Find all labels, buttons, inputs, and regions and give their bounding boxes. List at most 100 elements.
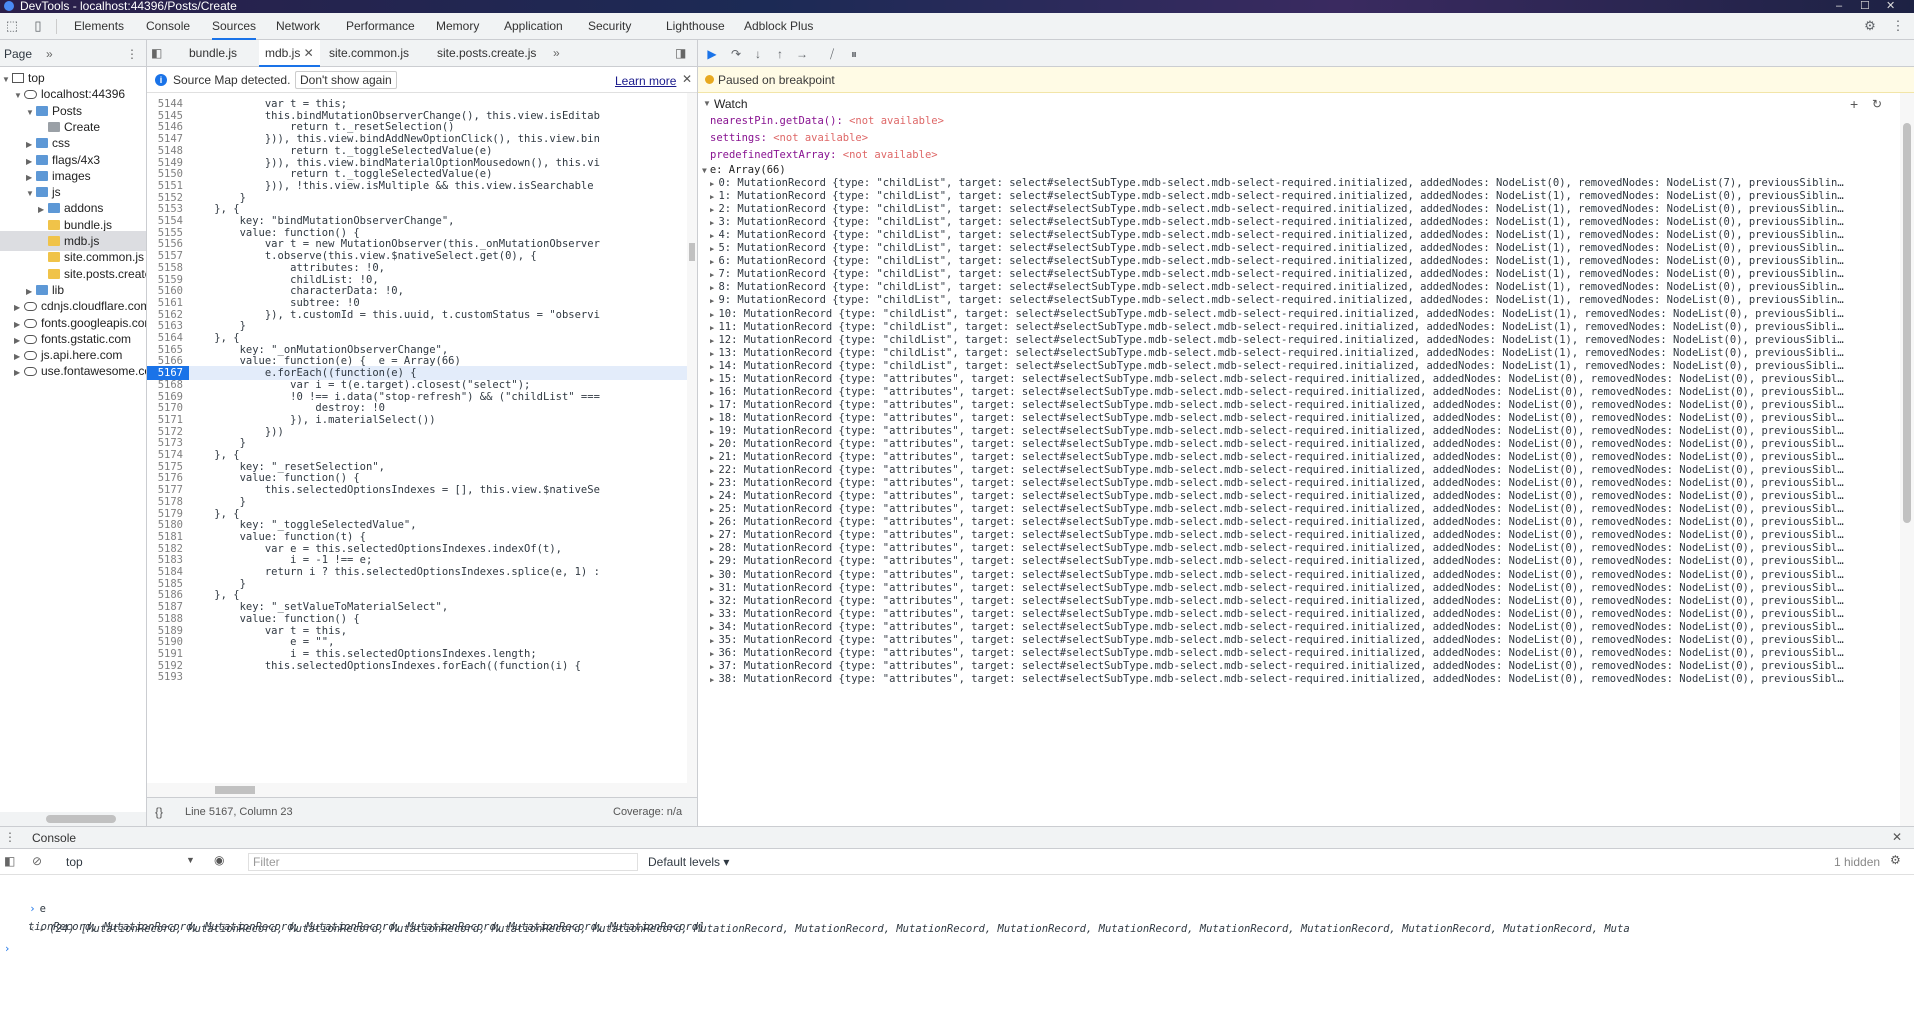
mutation-record-row[interactable]: ▶ 24: MutationRecord {type: "attributes"…	[710, 490, 1898, 503]
code-line[interactable]: 5193	[147, 670, 687, 684]
mutation-record-row[interactable]: ▶ 4: MutationRecord {type: "childList", …	[710, 229, 1898, 242]
tab-network[interactable]: Network	[276, 13, 320, 40]
mutation-record-row[interactable]: ▶ 32: MutationRecord {type: "attributes"…	[710, 595, 1898, 608]
file-tab-mdb-js[interactable]: mdb.js ✕	[259, 40, 320, 67]
mutation-record-row[interactable]: ▶ 7: MutationRecord {type: "childList", …	[710, 268, 1898, 281]
mutation-record-row[interactable]: ▶ 5: MutationRecord {type: "childList", …	[710, 242, 1898, 255]
tab-memory[interactable]: Memory	[436, 13, 479, 40]
mutation-record-row[interactable]: ▶ 14: MutationRecord {type: "childList",…	[710, 360, 1898, 373]
console-prompt[interactable]: ›	[0, 941, 1900, 957]
mutation-record-row[interactable]: ▶ 25: MutationRecord {type: "attributes"…	[710, 503, 1898, 516]
mutation-record-row[interactable]: ▶ 6: MutationRecord {type: "childList", …	[710, 255, 1898, 268]
step-out-icon[interactable]: ↑	[772, 46, 788, 62]
maximize-icon[interactable]: ☐	[1860, 0, 1870, 12]
more-files-icon[interactable]: »	[553, 40, 560, 67]
file-tab-bundle-js[interactable]: bundle.js	[183, 40, 243, 67]
close-tab-icon[interactable]: ✕	[300, 46, 314, 60]
learn-more-link[interactable]: Learn more	[615, 74, 676, 88]
drawer-menu-icon[interactable]: ⋮	[4, 830, 16, 844]
tab-page[interactable]: Page	[4, 47, 32, 61]
mutation-record-row[interactable]: ▶ 18: MutationRecord {type: "attributes"…	[710, 412, 1898, 425]
watch-scrollbar[interactable]	[1900, 93, 1914, 826]
deactivate-breakpoints-icon[interactable]: ⧸	[824, 46, 840, 62]
mutation-record-row[interactable]: ▶ 36: MutationRecord {type: "attributes"…	[710, 647, 1898, 660]
mutation-record-row[interactable]: ▶ 27: MutationRecord {type: "attributes"…	[710, 529, 1898, 542]
tab-application[interactable]: Application	[504, 13, 563, 40]
log-levels-select[interactable]: Default levels ▾	[648, 855, 729, 869]
step-icon[interactable]: →	[794, 46, 810, 62]
dropdown-arrow-icon[interactable]: ▼	[186, 855, 195, 865]
resume-icon[interactable]: ▶	[704, 46, 720, 62]
mutation-record-row[interactable]: ▶ 29: MutationRecord {type: "attributes"…	[710, 555, 1898, 568]
filter-input[interactable]: Filter	[248, 853, 638, 871]
line-number[interactable]: 5193	[147, 670, 189, 684]
watch-expression[interactable]: settings: <not available>	[710, 132, 1898, 145]
mutation-record-row[interactable]: ▶ 20: MutationRecord {type: "attributes"…	[710, 438, 1898, 451]
navigator-scrollbar[interactable]	[0, 812, 146, 826]
context-select[interactable]: top	[66, 855, 83, 869]
console-settings-icon[interactable]: ⚙	[1890, 853, 1901, 867]
settings-gear-icon[interactable]: ⚙	[1862, 18, 1878, 34]
mutation-record-row[interactable]: ▶ 28: MutationRecord {type: "attributes"…	[710, 542, 1898, 555]
toggle-navigator-icon[interactable]: ◧	[151, 40, 162, 67]
mutation-record-row[interactable]: ▶ 31: MutationRecord {type: "attributes"…	[710, 582, 1898, 595]
array-node[interactable]: ▼ e: Array(66)	[702, 164, 1898, 177]
mutation-record-row[interactable]: ▶ 16: MutationRecord {type: "attributes"…	[710, 386, 1898, 399]
code-view[interactable]: 5144 var t = this; 5145 this.bindMutation…	[147, 93, 697, 783]
more-options-icon[interactable]: ⋮	[1890, 18, 1906, 34]
dont-show-again-button[interactable]: Don't show again	[295, 71, 397, 89]
tab-sources[interactable]: Sources	[212, 13, 257, 40]
eye-icon[interactable]: ◉	[214, 853, 224, 867]
tab-elements[interactable]: Elements	[74, 13, 124, 40]
mutation-record-row[interactable]: ▶ 17: MutationRecord {type: "attributes"…	[710, 399, 1898, 412]
tab-console[interactable]: Console	[32, 831, 76, 845]
watch-section-header[interactable]: ▼ Watch + ↻	[698, 93, 1914, 115]
mutation-record-row[interactable]: ▶ 15: MutationRecord {type: "attributes"…	[710, 373, 1898, 386]
mutation-record-row[interactable]: ▶ 13: MutationRecord {type: "childList",…	[710, 347, 1898, 360]
mutation-record-row[interactable]: ▶ 33: MutationRecord {type: "attributes"…	[710, 608, 1898, 621]
tab-console[interactable]: Console	[146, 13, 190, 40]
pause-on-exceptions-icon[interactable]: ⏸	[846, 46, 862, 62]
step-into-icon[interactable]: ↓	[750, 46, 766, 62]
inspect-element-icon[interactable]: ⬚	[4, 18, 20, 34]
tab-adblock-plus[interactable]: Adblock Plus	[744, 13, 813, 40]
mutation-record-row[interactable]: ▶ 0: MutationRecord {type: "childList", …	[710, 177, 1898, 190]
watch-expression[interactable]: nearestPin.getData(): <not available>	[710, 115, 1898, 128]
mutation-record-row[interactable]: ▶ 30: MutationRecord {type: "attributes"…	[710, 569, 1898, 582]
file-tab-site-common-js[interactable]: site.common.js	[323, 40, 415, 67]
collapsed-arrow-icon[interactable]: ▶	[14, 363, 24, 383]
close-window-icon[interactable]: ✕	[1886, 0, 1895, 12]
tab-security[interactable]: Security	[588, 13, 631, 40]
tree-item[interactable]: ▶ use.fontawesome.com	[0, 361, 146, 381]
mutation-record-row[interactable]: ▶ 26: MutationRecord {type: "attributes"…	[710, 516, 1898, 529]
pretty-print-icon[interactable]: {}	[155, 805, 163, 819]
mutation-record-row[interactable]: ▶ 2: MutationRecord {type: "childList", …	[710, 203, 1898, 216]
mutation-record-row[interactable]: ▶ 22: MutationRecord {type: "attributes"…	[710, 464, 1898, 477]
mutation-record-row[interactable]: ▶ 37: MutationRecord {type: "attributes"…	[710, 660, 1898, 673]
tab-lighthouse[interactable]: Lighthouse	[666, 13, 725, 40]
mutation-record-row[interactable]: ▶ 11: MutationRecord {type: "childList",…	[710, 321, 1898, 334]
more-tabs-icon[interactable]: »	[46, 47, 53, 61]
mutation-record-row[interactable]: ▶ 3: MutationRecord {type: "childList", …	[710, 216, 1898, 229]
tab-performance[interactable]: Performance	[346, 13, 415, 40]
add-watch-icon[interactable]: +	[1850, 93, 1858, 115]
mutation-record-row[interactable]: ▶ 35: MutationRecord {type: "attributes"…	[710, 634, 1898, 647]
mutation-record-row[interactable]: ▶ 34: MutationRecord {type: "attributes"…	[710, 621, 1898, 634]
mutation-record-row[interactable]: ▶ 19: MutationRecord {type: "attributes"…	[710, 425, 1898, 438]
mutation-record-row[interactable]: ▶ 12: MutationRecord {type: "childList",…	[710, 334, 1898, 347]
code-horizontal-scrollbar[interactable]	[147, 783, 697, 797]
device-toolbar-icon[interactable]: ▯	[30, 18, 46, 34]
navigator-menu-icon[interactable]: ⋮	[126, 47, 138, 61]
close-infobar-icon[interactable]: ✕	[682, 72, 692, 86]
refresh-watch-icon[interactable]: ↻	[1872, 93, 1882, 115]
minimize-icon[interactable]: –	[1836, 0, 1842, 12]
mutation-record-row[interactable]: ▶ 8: MutationRecord {type: "childList", …	[710, 281, 1898, 294]
clear-console-icon[interactable]: ⊘	[32, 854, 42, 868]
mutation-record-row[interactable]: ▶ 10: MutationRecord {type: "childList",…	[710, 308, 1898, 321]
mutation-record-row[interactable]: ▶ 21: MutationRecord {type: "attributes"…	[710, 451, 1898, 464]
mutation-record-row[interactable]: ▶ 38: MutationRecord {type: "attributes"…	[710, 673, 1898, 686]
sidebar-toggle-icon[interactable]: ◧	[4, 854, 15, 868]
file-tab-site-posts-create-js[interactable]: site.posts.create.js	[431, 40, 542, 67]
watch-expression[interactable]: predefinedTextArray: <not available>	[710, 149, 1898, 162]
code-scrollbar[interactable]	[687, 93, 697, 783]
